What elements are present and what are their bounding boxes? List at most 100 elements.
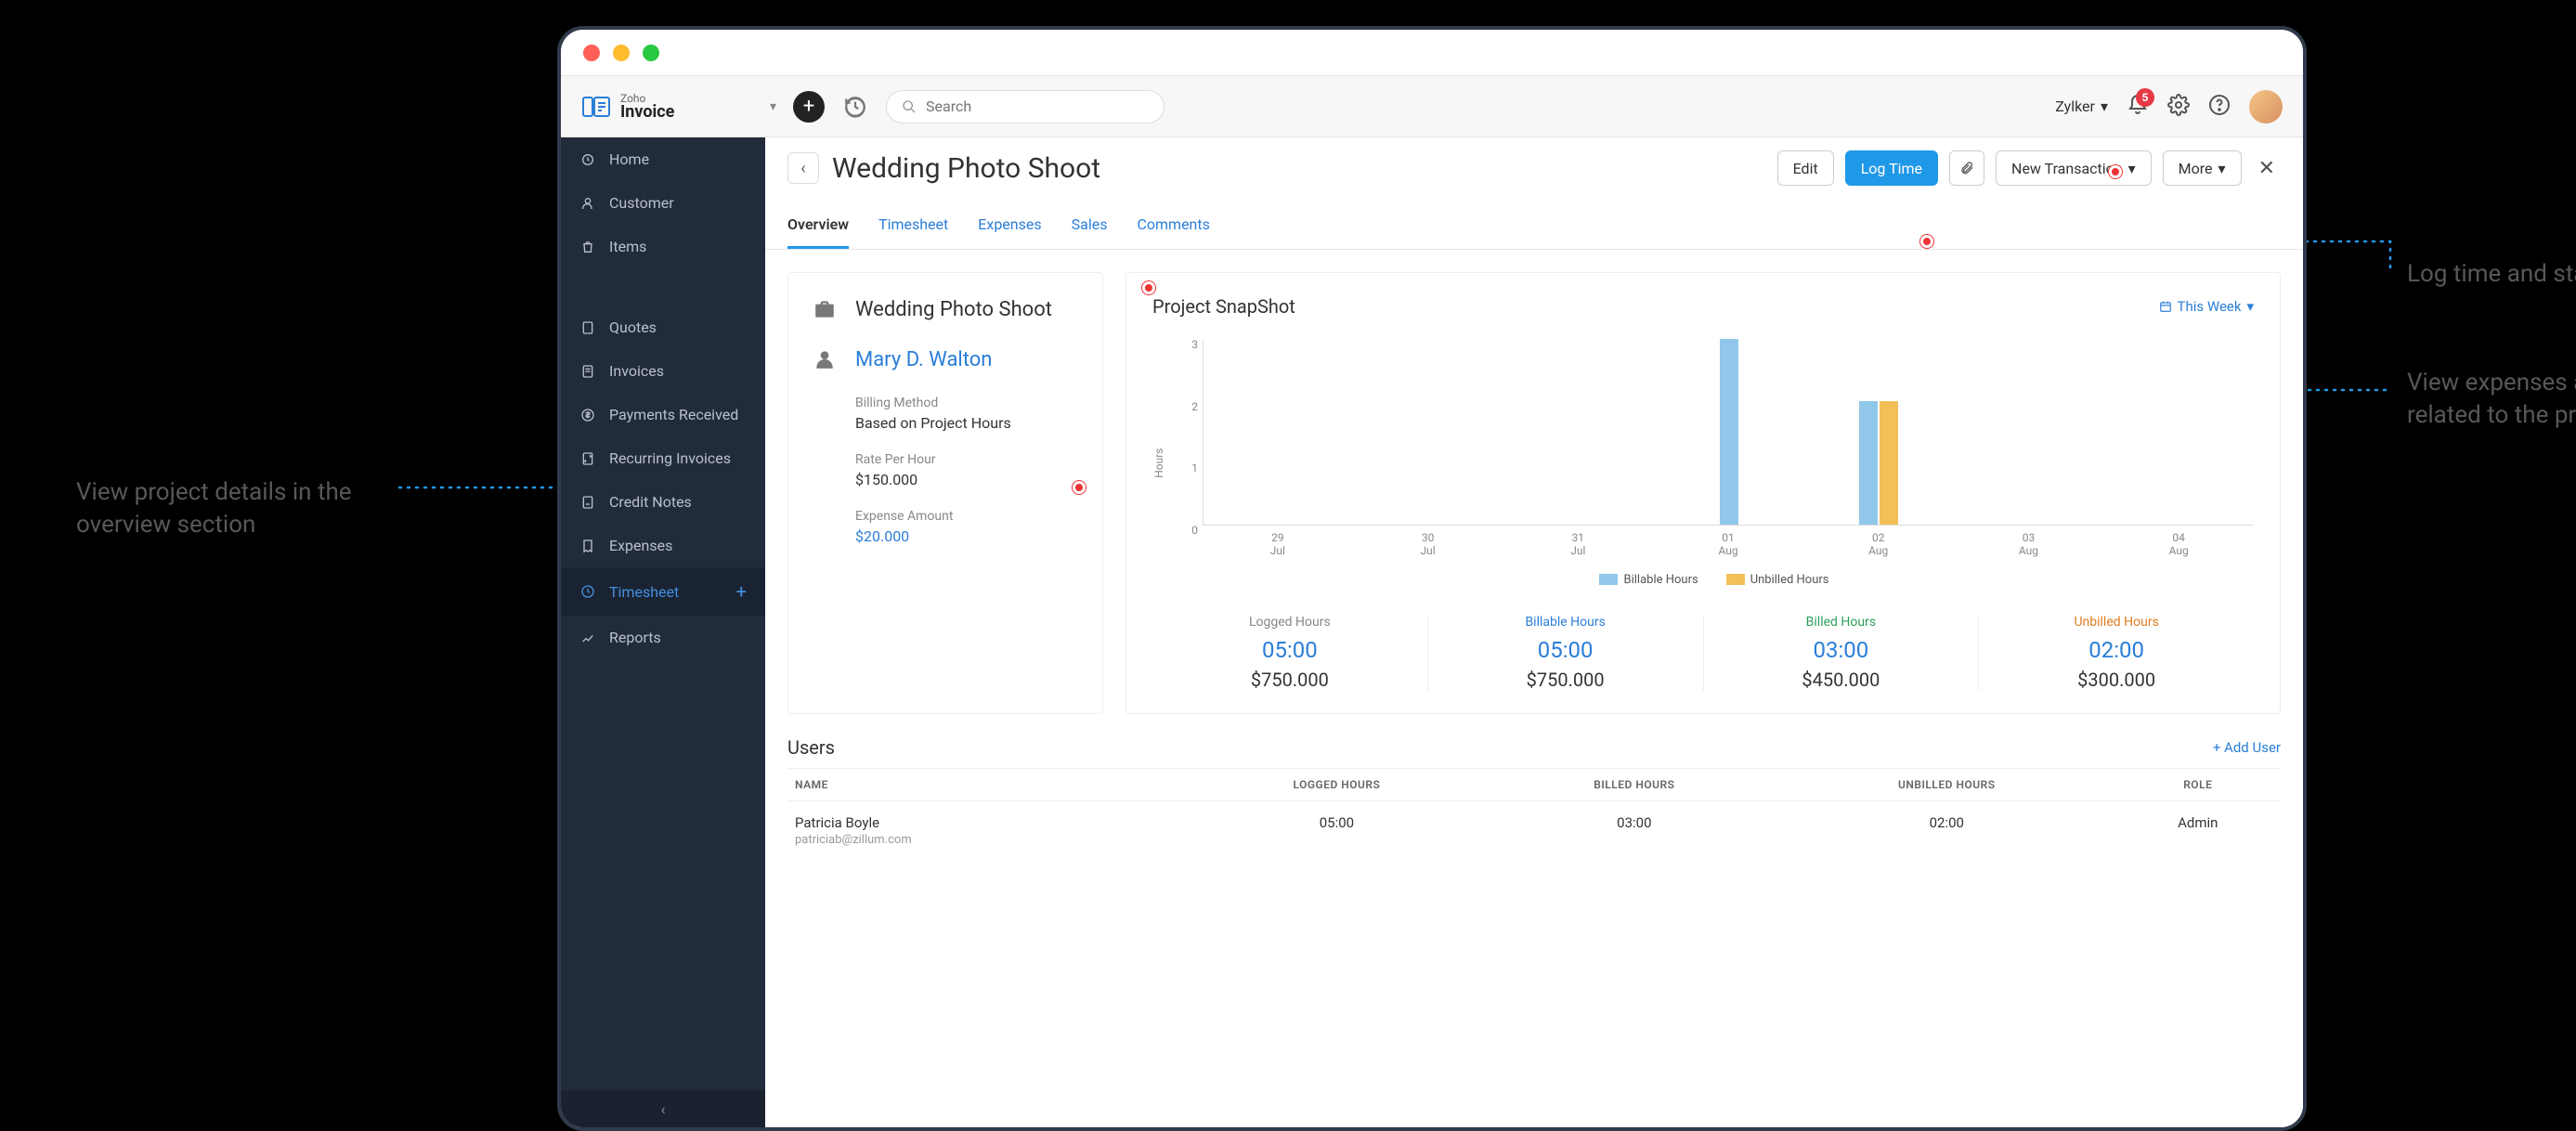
- table-row[interactable]: Patricia Boylepatriciab@zillum.com05:000…: [787, 800, 2281, 860]
- date-range-picker[interactable]: This Week ▾: [2159, 298, 2254, 315]
- logo-icon: [581, 92, 611, 122]
- help-button[interactable]: [2208, 94, 2231, 120]
- new-transaction-button[interactable]: New Transaction▾: [1996, 150, 2152, 186]
- attachment-button[interactable]: [1949, 150, 1984, 186]
- search-box[interactable]: [886, 90, 1164, 124]
- quick-add-button[interactable]: +: [793, 91, 825, 123]
- add-user-button[interactable]: + Add User: [2213, 739, 2281, 756]
- log-time-button[interactable]: Log Time: [1845, 150, 1938, 186]
- sidebar-item-quotes[interactable]: Quotes: [561, 306, 765, 349]
- main-content: ‹ Wedding Photo Shoot Edit Log Time New …: [765, 137, 2303, 1127]
- expense-label: Expense Amount: [855, 509, 1080, 524]
- sidebar-item-reports[interactable]: Reports: [561, 616, 765, 659]
- bar-billable: [1720, 339, 1738, 525]
- topbar: Zoho Invoice ▾ + Zylker ▾ 5: [561, 76, 2303, 137]
- tab-sales[interactable]: Sales: [1072, 206, 1108, 249]
- add-timesheet-icon[interactable]: +: [736, 580, 747, 603]
- logo[interactable]: Zoho Invoice ▾: [581, 92, 776, 122]
- legend-billable: Billable Hours: [1623, 573, 1698, 587]
- sidebar-item-customer[interactable]: Customer: [561, 181, 765, 225]
- stat-money: $750.000: [1438, 669, 1694, 691]
- bag-icon: [579, 239, 596, 255]
- stat-block: Billed Hours03:00$450.000: [1704, 615, 1980, 691]
- bar-billable: [1859, 401, 1878, 525]
- back-button[interactable]: ‹: [787, 152, 819, 184]
- y-axis-label: Hours: [1152, 340, 1165, 587]
- rate-value: $150.000: [855, 471, 1080, 488]
- avatar[interactable]: [2249, 90, 2283, 124]
- x-tick: 31Jul: [1503, 526, 1653, 558]
- chevron-left-icon: ‹: [661, 1100, 666, 1118]
- edit-button[interactable]: Edit: [1777, 150, 1834, 186]
- x-tick: 04Aug: [2103, 526, 2254, 558]
- sidebar-item-label: Reports: [609, 629, 661, 646]
- cell-logged: 05:00: [1183, 800, 1490, 860]
- org-name: Zylker: [2055, 98, 2095, 115]
- bar-group: [1859, 401, 1898, 525]
- sidebar-item-credit-notes[interactable]: Credit Notes: [561, 480, 765, 524]
- y-tick: 1: [1176, 462, 1198, 474]
- chevron-down-icon: ▾: [770, 99, 776, 114]
- sidebar-item-invoices[interactable]: Invoices: [561, 349, 765, 393]
- sidebar-item-expenses[interactable]: Expenses: [561, 524, 765, 567]
- users-title: Users: [787, 736, 835, 759]
- customer-link[interactable]: Mary D. Walton: [855, 348, 992, 371]
- paperclip-icon: [1959, 161, 1974, 176]
- tab-comments[interactable]: Comments: [1137, 206, 1209, 249]
- settings-button[interactable]: [2167, 94, 2190, 120]
- person-icon: [811, 345, 839, 373]
- note-icon: [579, 494, 596, 511]
- sidebar-item-label: Recurring Invoices: [609, 449, 731, 467]
- window-minimize-icon[interactable]: [613, 45, 630, 61]
- window-maximize-icon[interactable]: [643, 45, 659, 61]
- x-tick: 02Aug: [1803, 526, 1954, 558]
- legend-unbilled: Unbilled Hours: [1750, 573, 1829, 587]
- more-button[interactable]: More▾: [2163, 150, 2242, 186]
- chevron-down-icon: ▾: [2218, 160, 2226, 177]
- expense-value[interactable]: $20.000: [855, 527, 1080, 545]
- page-header: ‹ Wedding Photo Shoot Edit Log Time New …: [765, 137, 2303, 186]
- stat-money: $450.000: [1713, 669, 1970, 691]
- calendar-icon: [2159, 300, 2172, 313]
- recent-icon[interactable]: [841, 93, 869, 121]
- window-titlebar: [561, 30, 2303, 76]
- sidebar-collapse-button[interactable]: ‹: [561, 1090, 765, 1127]
- org-switcher[interactable]: Zylker ▾: [2055, 98, 2108, 115]
- tab-overview[interactable]: Overview: [787, 206, 849, 249]
- sidebar-item-payments[interactable]: Payments Received: [561, 393, 765, 436]
- sidebar-item-label: Customer: [609, 194, 674, 212]
- sidebar-item-label: Items: [609, 238, 646, 255]
- sidebar-item-label: Invoices: [609, 362, 664, 380]
- repeat-icon: [579, 450, 596, 467]
- close-button[interactable]: ✕: [2253, 151, 2281, 186]
- sidebar-item-label: Credit Notes: [609, 493, 692, 511]
- stat-hours: 05:00: [1162, 637, 1418, 663]
- stat-money: $750.000: [1162, 669, 1418, 691]
- sidebar-item-home[interactable]: Home: [561, 137, 765, 181]
- cell-billed: 03:00: [1490, 800, 1778, 860]
- sidebar: Home Customer Items Quotes Invoices Pa: [561, 137, 765, 1127]
- callout-overview: View project details in the overview sec…: [76, 476, 383, 541]
- receipt-icon: [579, 538, 596, 554]
- sidebar-item-timesheet[interactable]: Timesheet +: [561, 567, 765, 616]
- tab-expenses[interactable]: Expenses: [978, 206, 1041, 249]
- rate-label: Rate Per Hour: [855, 452, 1080, 467]
- hours-chart: Hours 0123 29Jul30Jul31Jul01Aug02Aug03Au…: [1152, 340, 2254, 587]
- user-name: Patricia Boyle: [795, 814, 1176, 831]
- search-input[interactable]: [926, 98, 1149, 115]
- window-close-icon[interactable]: [583, 45, 600, 61]
- project-details-card: Wedding Photo Shoot Mary D. Walton Billi…: [787, 272, 1103, 714]
- col-unbilled: UNBILLED HOURS: [1778, 768, 2115, 800]
- cell-unbilled: 02:00: [1778, 800, 2115, 860]
- sidebar-item-label: Expenses: [609, 537, 672, 554]
- sidebar-item-recurring[interactable]: Recurring Invoices: [561, 436, 765, 480]
- notifications-button[interactable]: 5: [2127, 94, 2149, 120]
- user-icon: [579, 195, 596, 212]
- sidebar-item-label: Payments Received: [609, 406, 738, 423]
- users-table: NAME LOGGED HOURS BILLED HOURS UNBILLED …: [787, 768, 2281, 860]
- tab-timesheet[interactable]: Timesheet: [878, 206, 948, 249]
- home-icon: [579, 151, 596, 168]
- sidebar-item-items[interactable]: Items: [561, 225, 765, 268]
- tabs: Overview Timesheet Expenses Sales Commen…: [765, 206, 2303, 250]
- dollar-icon: [579, 407, 596, 423]
